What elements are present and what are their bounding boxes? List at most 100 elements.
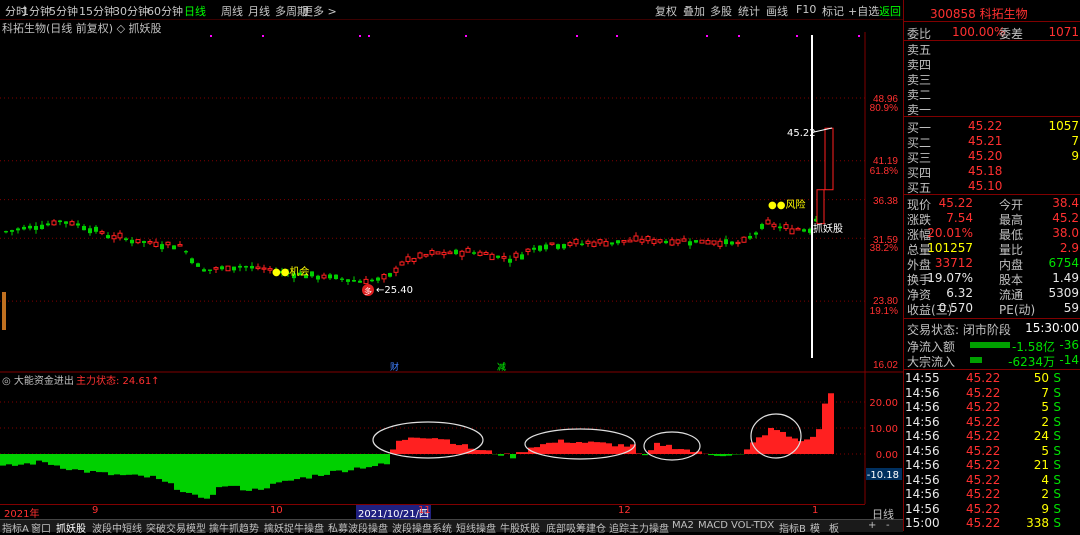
period-tab-6[interactable]: 日线 [184,3,206,19]
flow-bar [810,437,816,454]
indicator-tab-10[interactable]: 牛股妖股 [500,520,540,535]
diamond-icon[interactable]: ◇ [836,32,844,33]
tick-volume: 5 [1041,400,1049,414]
reduce-event-icon[interactable]: 减 [497,361,506,373]
candle [568,241,572,248]
period-tab-1[interactable]: 1分钟 [22,3,51,19]
indicator-tab-17[interactable]: 模 [810,520,820,535]
indicator-tab-7[interactable]: 私募波段操盘 [328,520,388,535]
period-tab-5[interactable]: 60分钟 [147,3,183,19]
tool-button-7[interactable]: +自选 [848,3,879,19]
candle [310,271,314,278]
indicator-tab-5[interactable]: 擒牛抓趋势 [209,520,259,535]
stock-code-name: 300858 科拓生物 [930,5,1028,22]
indicator-tab-18[interactable]: 板 [829,520,839,535]
candle [790,225,794,234]
tool-button-6[interactable]: 标记 [822,3,844,19]
close-icon[interactable]: × [851,32,859,33]
tool-button-3[interactable]: 统计 [738,3,760,19]
flow-bar [24,454,30,463]
flow-bar [36,454,42,461]
candle [256,263,260,270]
price-label-9: 16.02 [873,360,898,371]
stat-row-3: 总量101257量比2.9 [904,241,1080,255]
stat-value: 7.54 [946,211,973,225]
period-tab-4[interactable]: 30分钟 [113,3,149,19]
candle [448,250,452,254]
candle [526,248,530,255]
indicator-tab-6[interactable]: 擒妖捉牛操盘 [264,520,324,535]
period-tab-2[interactable]: 5分钟 [49,3,78,19]
indicator-tab-9[interactable]: 短线操盘 [456,520,496,535]
period-tab-7[interactable]: 周线 [221,3,243,19]
flow-bar [588,442,594,454]
flow-bar [330,454,336,471]
indicator-tab-16[interactable]: 指标B [779,520,806,535]
indicator-tab-1[interactable]: 窗口 [31,520,51,535]
buy-level-3: 买三45.209 [904,149,1080,163]
tool-button-1[interactable]: 叠加 [683,3,705,19]
period-tab-10[interactable]: 更多 > [302,3,337,19]
flow-bar [456,445,462,454]
indicator-tab-3[interactable]: 波段中短线 [92,520,142,535]
tool-button-4[interactable]: 画线 [766,3,788,19]
flow-bar [444,439,450,454]
tool-button-5[interactable]: F10 [796,3,816,16]
candle [490,252,494,259]
vertical-scrollbar[interactable] [2,292,6,330]
period-tab-3[interactable]: 15分钟 [79,3,115,19]
period-indicator[interactable]: 日线 [872,506,894,522]
candle [76,220,80,228]
candle [334,274,338,279]
tick-volume: 5 [1041,444,1049,458]
tick-price: 45.22 [966,444,1000,458]
finance-event-icon[interactable]: 财 [390,361,399,373]
tick-direction: S [1053,502,1061,516]
indicator-tab-4[interactable]: 突破交易模型 [146,520,206,535]
catch-demon-label: 抓妖股 [813,222,843,235]
candle [664,239,668,244]
indicator-tab-13[interactable]: MA2 [672,520,694,531]
tick-row: 15:0045.22338S [904,516,1080,530]
flow-bar [720,454,726,456]
flow-bar [426,439,432,454]
indicator-tab-12[interactable]: 追踪主力操盘 [609,520,669,535]
flow-bar [708,454,714,455]
indicator-tab-15[interactable]: VOL-TDX [731,520,774,531]
flow-bar [150,454,156,476]
tool-button-8[interactable]: 返回 [879,3,901,19]
tool-button-0[interactable]: 复权 [655,3,677,19]
flow-bar [78,454,84,470]
kline-chart[interactable]: 48.9680.9%41.1961.8%36.3831.5938.2%23.80… [0,32,903,504]
flow-bar [606,443,612,454]
indicator-tab-0[interactable]: 指标A [2,520,29,535]
candle [16,227,20,233]
flow-bar [432,438,438,454]
signal-dot [706,35,708,37]
candle [142,241,146,247]
flow-bar [522,452,528,454]
candle [52,219,56,226]
flow-bar [372,454,378,466]
long-signal-label: 多 [364,286,372,296]
flow-bar [762,435,768,454]
candle [220,265,224,270]
indicator-tab-2[interactable]: 抓妖股 [56,520,86,535]
tick-direction: S [1053,415,1061,429]
indicator-tab-11[interactable]: 底部吸筹建仓 [546,520,606,535]
stat-value-2: 45.2 [1052,211,1079,225]
date-label-4: 11 [418,505,431,516]
tool-button-2[interactable]: 多股 [710,3,732,19]
indicator-tab-14[interactable]: MACD [698,520,728,531]
flow-bar [132,454,138,475]
candle [322,273,326,280]
candle [556,244,560,251]
indicator-tab-8[interactable]: 波段操盘系统 [392,520,452,535]
flow-bar [258,454,264,490]
stat-value: 6.32 [946,286,973,300]
period-tab-8[interactable]: 月线 [248,3,270,19]
tick-time: 14:56 [905,473,940,487]
flow-bar [228,454,234,486]
flow-bar [570,443,576,454]
stat-value: 45.22 [939,196,973,210]
